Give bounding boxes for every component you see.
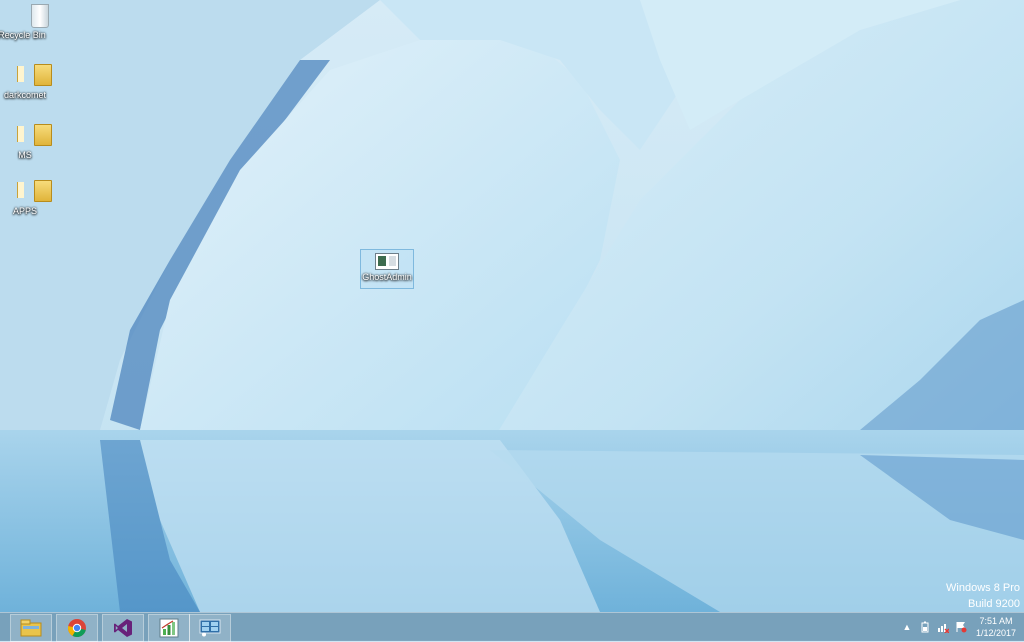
taskbar-button-chrome[interactable]	[56, 614, 98, 642]
desktop-icon-ghostadmin[interactable]: GhostAdmin	[360, 249, 414, 289]
taskbar-clock[interactable]: 7:51 AM 1/12/2017	[976, 615, 1016, 639]
ghostadmin-icon	[199, 619, 221, 637]
network-icon[interactable]	[937, 621, 949, 633]
folder-icon	[14, 64, 52, 88]
desktop-icon-label: GhostAdmin	[362, 272, 412, 282]
ghostadmin-app-icon	[375, 253, 399, 270]
clock-time: 7:51 AM	[979, 616, 1013, 626]
desktop-icon-label: darkcomet	[3, 90, 47, 100]
desktop-icon-label: MS	[18, 150, 32, 160]
desktop-icon-recycle-bin[interactable]: Recycle Bin	[0, 4, 50, 40]
show-hidden-icons-chevron[interactable]: ▲	[901, 621, 913, 633]
file-explorer-icon	[20, 619, 42, 637]
action-center-flag-icon[interactable]	[955, 621, 967, 633]
recycle-bin-icon	[11, 4, 49, 28]
taskbar-button-ghostadmin[interactable]	[189, 614, 231, 642]
desktop-icon-apps[interactable]: APPS	[0, 180, 53, 216]
taskbar: ▲ 7:51 AM 1/12/2017	[0, 612, 1024, 642]
desktop-wallpaper	[0, 0, 1024, 612]
chrome-icon	[67, 619, 86, 638]
taskbar-button-visual-studio[interactable]	[102, 614, 144, 642]
system-tray: ▲ 7:51 AM 1/12/2017	[898, 613, 1024, 641]
desktop-icon-darkcomet[interactable]: darkcomet	[0, 64, 53, 100]
visual-studio-icon	[114, 619, 132, 637]
windows-build-watermark: Windows 8 Pro Build 9200	[946, 580, 1020, 612]
desktop-icon-label: Recycle Bin	[0, 30, 46, 40]
desktop-icon-ms[interactable]: MS	[0, 124, 53, 160]
battery-icon[interactable]	[919, 621, 931, 633]
app-chart-icon	[159, 618, 179, 638]
desktop-icon-label: APPS	[12, 206, 37, 216]
folder-icon	[14, 124, 52, 148]
taskbar-button-chart-app[interactable]	[148, 614, 190, 642]
watermark-build: Build 9200	[968, 598, 1020, 610]
watermark-edition: Windows 8 Pro	[946, 582, 1020, 594]
folder-icon	[14, 180, 52, 204]
taskbar-button-file-explorer[interactable]	[10, 614, 52, 642]
clock-date: 1/12/2017	[975, 628, 1016, 638]
